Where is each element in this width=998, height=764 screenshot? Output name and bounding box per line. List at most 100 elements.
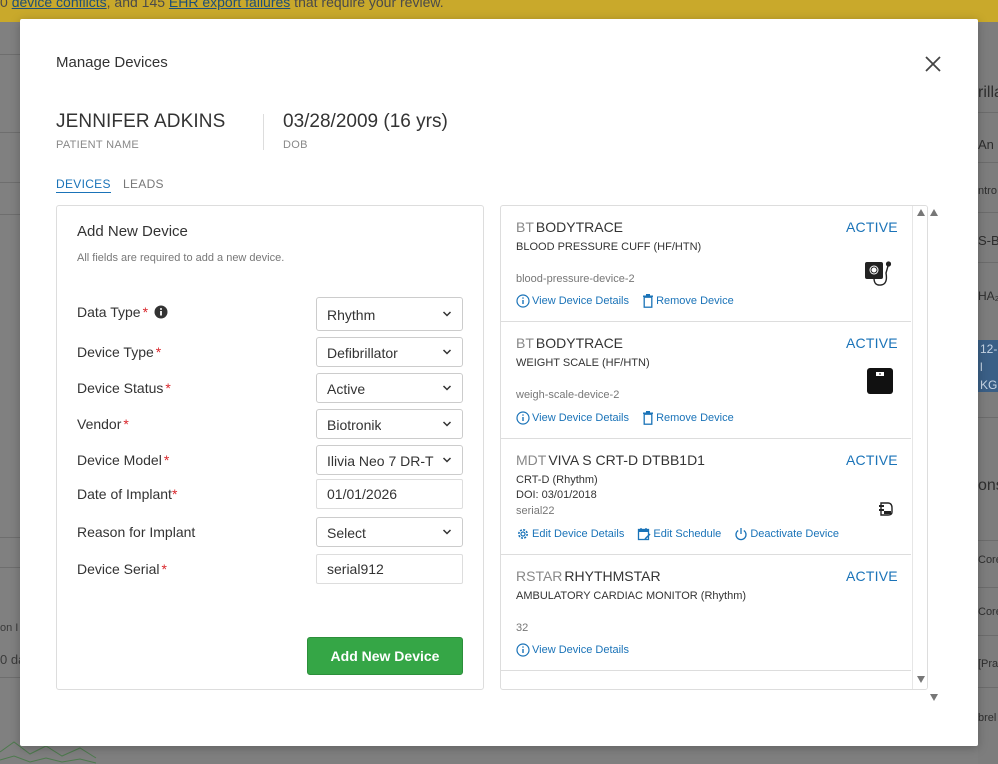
background-text: [Pra <box>978 658 998 670</box>
info-icon <box>516 294 530 308</box>
view-device-details-link[interactable]: View Device Details <box>516 643 629 657</box>
scroll-down-arrow-icon[interactable] <box>916 674 926 684</box>
status-badge: ACTIVE <box>846 219 898 235</box>
add-device-subtitle: All fields are required to add a new dev… <box>77 252 285 264</box>
required-marker: * <box>142 304 149 320</box>
scroll-up-arrow-icon[interactable] <box>916 208 926 218</box>
required-marker: * <box>123 416 129 432</box>
field-label-text: Device Status <box>77 380 164 396</box>
device-list-panel: BT BODYTRACE ACTIVE BLOOD PRESSURE CUFF (… <box>500 205 928 690</box>
status-badge: ACTIVE <box>846 568 898 584</box>
select-value: Select <box>327 525 366 541</box>
date-of-implant-label: Date of Implant* <box>77 486 177 502</box>
select-value: Defibrillator <box>327 345 398 361</box>
background-text: ons <box>978 477 998 494</box>
background-right-column: rilla An ntro S-B HA₂ 12-l KG ons Core C… <box>978 22 998 764</box>
device-type-text: CRT-D (Rhythm) <box>516 474 598 486</box>
device-model-row: Device Model * Ilivia Neo 7 DR-T <box>77 445 463 475</box>
device-type-select[interactable]: Defibrillator <box>316 337 463 367</box>
device-vendor: RSTAR <box>516 568 563 584</box>
device-conflicts-link[interactable]: device conflicts <box>12 0 107 10</box>
device-actions: View Device Details <box>516 643 639 660</box>
field-label-text: Vendor <box>77 416 122 432</box>
divider <box>0 182 20 183</box>
status-badge: ACTIVE <box>846 335 898 351</box>
device-status-row: Device Status * Active <box>77 373 463 403</box>
device-title: RSTAR RHYTHMSTAR <box>516 568 661 584</box>
background-highlight-row: 12-l KG <box>978 340 998 392</box>
info-icon <box>516 643 530 657</box>
device-serial-text: blood-pressure-device-2 <box>516 273 635 285</box>
background-text: Core <box>978 606 998 618</box>
device-vendor: BT <box>516 335 534 351</box>
edit-device-details-link[interactable]: Edit Device Details <box>516 527 624 541</box>
field-label-text: Reason for Implant <box>77 524 196 540</box>
data-type-select[interactable]: Rhythm <box>316 297 463 331</box>
device-card: BT BODYTRACE ACTIVE BLOOD PRESSURE CUFF (… <box>501 206 911 322</box>
banner-text: 0 <box>0 0 12 10</box>
ehr-export-failures-link[interactable]: EHR export failures <box>169 0 290 10</box>
date-of-implant-input[interactable]: 01/01/2026 <box>316 479 463 509</box>
vendor-select[interactable]: Biotronik <box>316 409 463 439</box>
required-marker: * <box>163 452 170 468</box>
remove-device-link[interactable]: Remove Device <box>642 294 734 308</box>
background-text: S-B <box>978 233 998 248</box>
device-serial-text: weigh-scale-device-2 <box>516 389 620 401</box>
device-serial-label: Device Serial * <box>77 561 167 577</box>
view-device-details-link[interactable]: View Device Details <box>516 411 629 425</box>
divider <box>978 587 998 588</box>
device-title: MDT VIVA S CRT-D DTBB1D1 <box>516 452 705 468</box>
remove-device-link[interactable]: Remove Device <box>642 411 734 425</box>
close-icon <box>925 56 941 72</box>
reason-for-implant-row: Reason for Implant Select <box>77 517 463 547</box>
device-status-label: Device Status * <box>77 380 171 396</box>
tab-devices[interactable]: DEVICES <box>56 177 111 193</box>
action-label: Remove Device <box>656 412 734 424</box>
background-text: rilla <box>978 84 998 101</box>
close-button[interactable] <box>920 51 946 77</box>
action-label: Edit Schedule <box>653 528 722 540</box>
device-actions: View Device Details Remove Device <box>516 294 744 311</box>
divider <box>0 537 20 538</box>
field-label-text: Date of Implant <box>77 486 172 502</box>
background-text: brel <box>978 712 997 724</box>
select-value: Ilivia Neo 7 DR-T <box>327 453 434 469</box>
divider <box>0 567 20 568</box>
required-marker: * <box>161 561 167 577</box>
data-type-label: Data Type * <box>77 304 168 320</box>
divider <box>978 212 998 213</box>
device-model-select[interactable]: Ilivia Neo 7 DR-T <box>316 445 463 475</box>
device-serial-text: 32 <box>516 622 529 634</box>
vendor-row: Vendor * Biotronik <box>77 409 463 439</box>
power-icon <box>735 528 747 541</box>
add-new-device-button[interactable]: Add New Device <box>307 637 463 675</box>
add-device-panel: Add New Device All fields are required t… <box>56 205 484 690</box>
device-card: BT BODYTRACE ACTIVE WEIGHT SCALE (HF/HTN)… <box>501 322 911 439</box>
modal-title: Manage Devices <box>56 54 168 71</box>
edit-schedule-link[interactable]: Edit Schedule <box>637 527 721 541</box>
divider <box>0 54 20 55</box>
tab-leads[interactable]: LEADS <box>123 177 164 191</box>
modal-scroll-up-arrow-icon[interactable] <box>929 208 939 218</box>
device-serial-text: serial22 <box>516 505 555 517</box>
device-list-scrollbar[interactable] <box>912 206 927 689</box>
info-icon[interactable] <box>154 305 168 319</box>
device-serial-input[interactable]: serial912 <box>316 554 463 584</box>
divider <box>978 540 998 541</box>
blood-pressure-cuff-icon <box>865 261 892 286</box>
field-label-text: Device Type <box>77 344 154 360</box>
device-status-select[interactable]: Active <box>316 373 463 403</box>
deactivate-device-link[interactable]: Deactivate Device <box>734 527 839 541</box>
field-label-text: Device Serial <box>77 561 160 577</box>
modal-scroll-down-arrow-icon[interactable] <box>929 692 939 702</box>
divider <box>978 417 998 418</box>
manage-devices-modal: Manage Devices JENNIFER ADKINS PATIENT N… <box>20 19 978 746</box>
device-actions: Edit Device Details Edit Schedule Deacti… <box>516 527 849 544</box>
view-device-details-link[interactable]: View Device Details <box>516 294 629 308</box>
device-name: VIVA S CRT-D DTBB1D1 <box>548 452 705 468</box>
device-doi-text: DOI: 03/01/2018 <box>516 489 597 501</box>
reason-for-implant-select[interactable]: Select <box>316 517 463 547</box>
chevron-down-icon <box>442 457 452 463</box>
background-text: on I <box>0 622 19 634</box>
select-value: Rhythm <box>327 307 376 323</box>
